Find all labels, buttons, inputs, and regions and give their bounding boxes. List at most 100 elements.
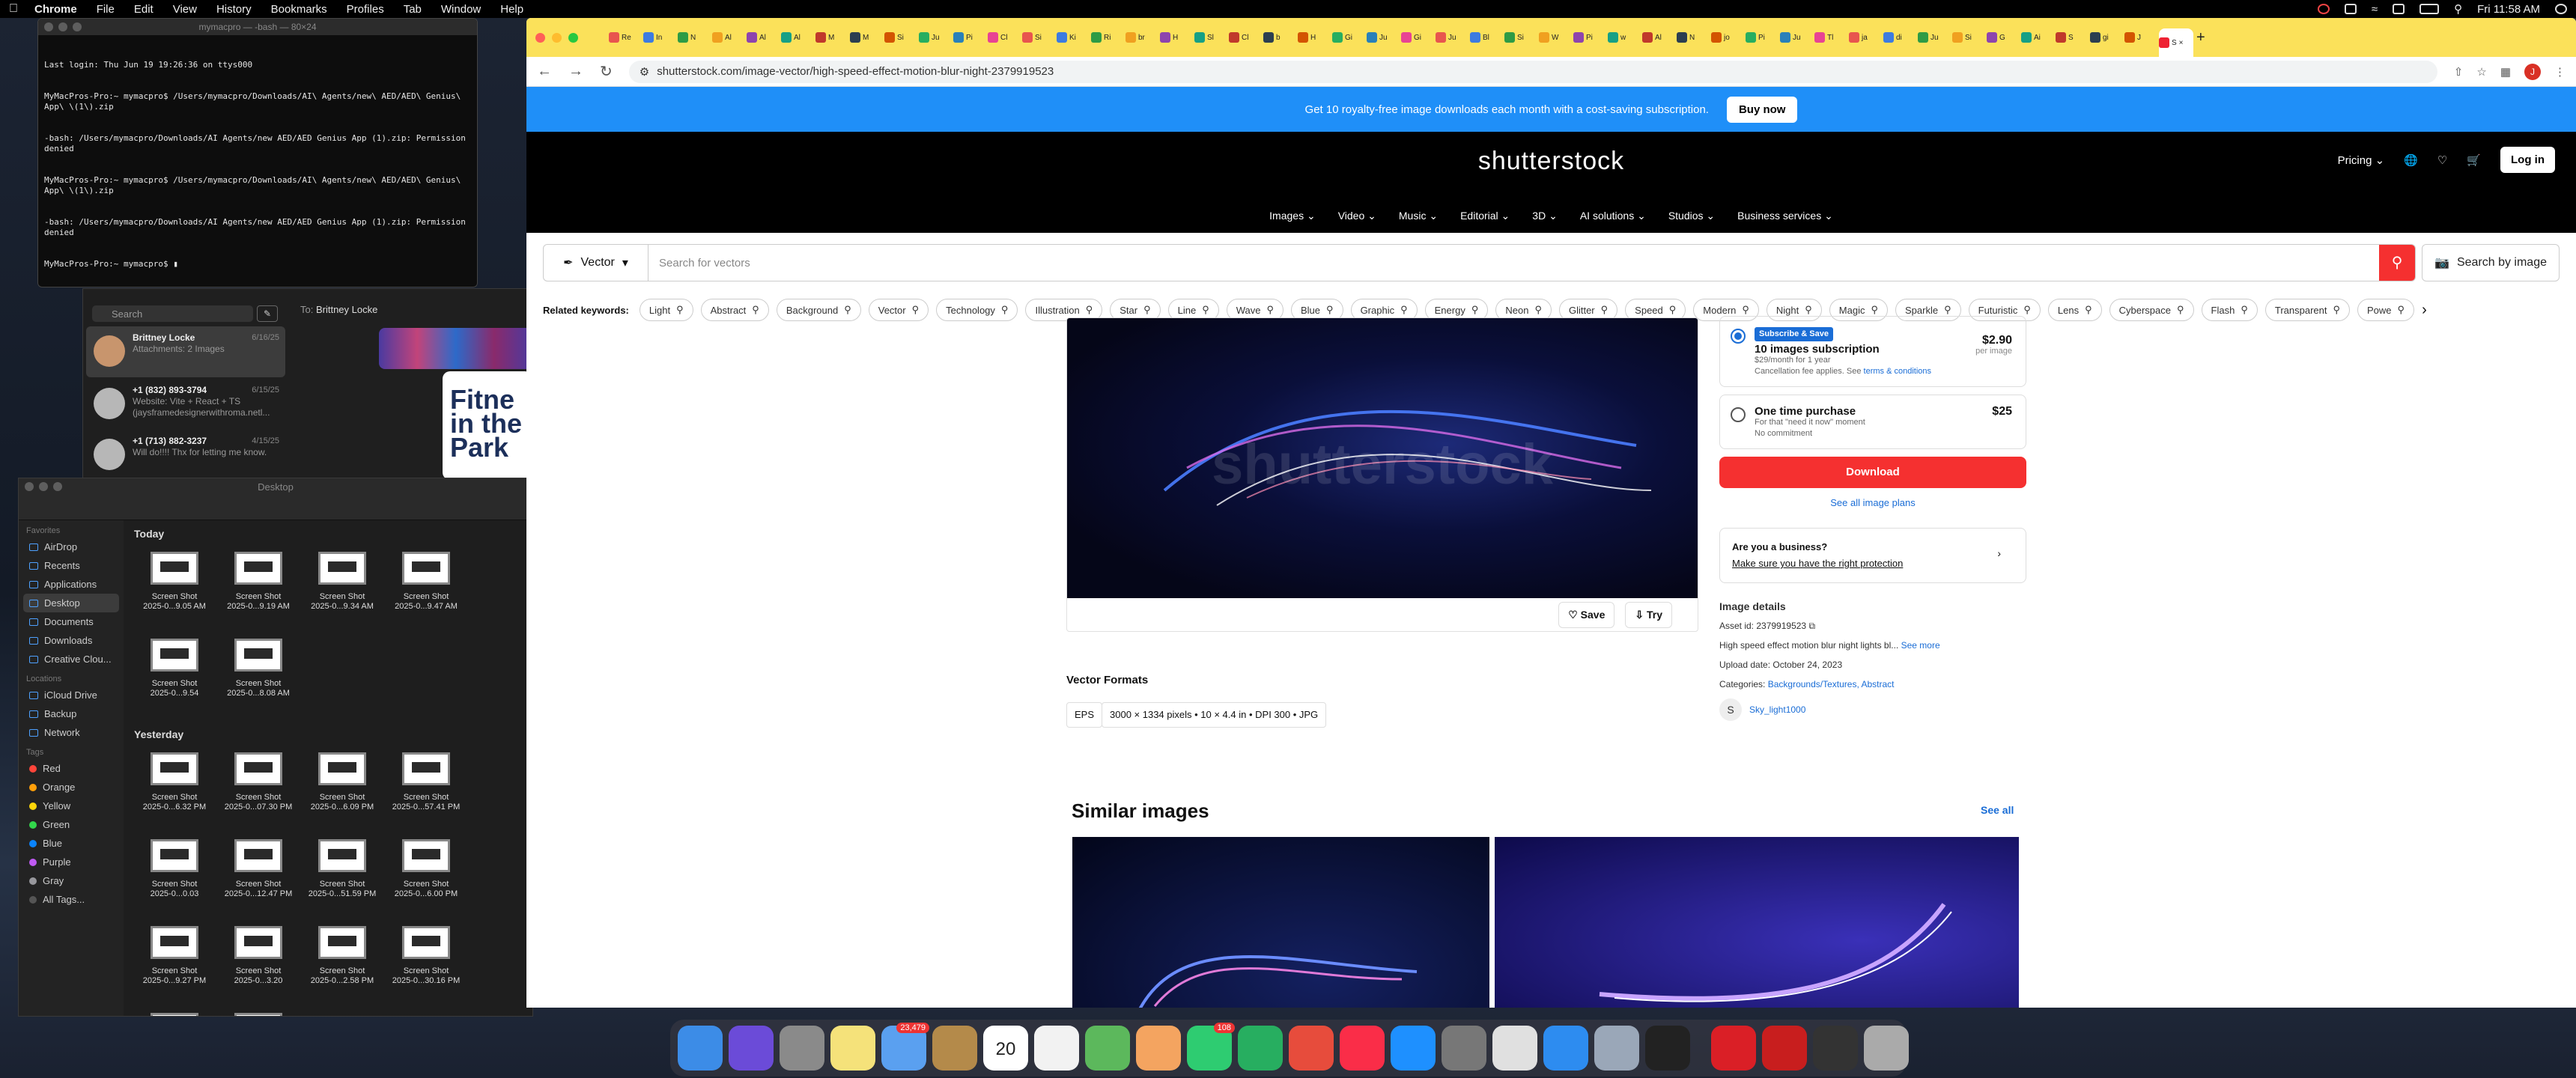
browser-tab[interactable]: H bbox=[1298, 28, 1329, 46]
browser-tab[interactable]: Pi bbox=[1746, 28, 1777, 46]
facetime-icon[interactable] bbox=[1238, 1026, 1283, 1071]
photo-attachment[interactable] bbox=[379, 328, 531, 369]
radio-unselected[interactable] bbox=[1731, 407, 1746, 422]
browser-tab[interactable]: br bbox=[1126, 28, 1157, 46]
dropbox-status-icon[interactable] bbox=[2344, 4, 2357, 14]
browser-tab[interactable]: N bbox=[678, 28, 709, 46]
save-button[interactable]: ♡ Save bbox=[1558, 601, 1615, 628]
file-item[interactable]: Screen Shot2025-0...19.57 PM bbox=[216, 1008, 300, 1016]
sidebar-item-recents[interactable]: Recents bbox=[19, 556, 124, 575]
bookmark-star-icon[interactable]: ☆ bbox=[2476, 65, 2486, 79]
browser-tab[interactable]: In bbox=[643, 28, 675, 46]
browser-tab[interactable]: Tl bbox=[1814, 28, 1846, 46]
nav-item[interactable]: Business services ⌄ bbox=[1737, 210, 1833, 222]
file-item[interactable]: Screen Shot 2025-0...2.58 PM bbox=[300, 922, 384, 1008]
file-item[interactable]: Screen Shot 2025-0...9.27 PM bbox=[133, 922, 216, 1008]
browser-tab[interactable]: W bbox=[1539, 28, 1570, 46]
file-item[interactable]: Screen Shot 2025-0...3.20 bbox=[216, 922, 300, 1008]
shutterstock-logo[interactable]: shutterstock bbox=[526, 147, 2576, 176]
file-item[interactable]: Screen Shot 2025-0...6.00 PM bbox=[384, 835, 468, 922]
keyword-chip[interactable]: Transparent ⚲ bbox=[2264, 299, 2350, 321]
poster-attachment[interactable]: Fitne in the Park bbox=[443, 371, 531, 478]
search-type-select[interactable]: ✒ Vector ▾ bbox=[544, 245, 648, 281]
reminders-icon[interactable] bbox=[1034, 1026, 1079, 1071]
browser-tab[interactable]: Gi bbox=[1332, 28, 1364, 46]
menu-history[interactable]: History bbox=[216, 3, 252, 16]
launchpad-icon[interactable] bbox=[780, 1026, 824, 1071]
browser-tab[interactable]: Pi bbox=[1573, 28, 1605, 46]
wifi-icon[interactable]: ≈ bbox=[2372, 3, 2378, 16]
system-preferences-icon[interactable] bbox=[1442, 1026, 1486, 1071]
apple-menu-icon[interactable]:  bbox=[9, 2, 18, 16]
back-icon[interactable]: ← bbox=[537, 63, 552, 80]
menu-window[interactable]: Window bbox=[441, 3, 481, 16]
sidebar-item-downloads[interactable]: Downloads bbox=[19, 631, 124, 650]
file-item[interactable]: Screen Shot 2025-0...07.30 PM bbox=[216, 748, 300, 835]
keyword-chip[interactable]: Light ⚲ bbox=[639, 299, 693, 321]
creative-cloud-status-icon[interactable] bbox=[2317, 4, 2330, 14]
browser-tab[interactable]: Ju bbox=[919, 28, 950, 46]
nav-item[interactable]: Video ⌄ bbox=[1338, 210, 1376, 222]
close-button[interactable] bbox=[535, 33, 545, 43]
sidebar-item-tag[interactable]: Green bbox=[19, 815, 124, 834]
file-item[interactable]: Screen Shot 2025-0...9.54 bbox=[133, 634, 216, 721]
sidebar-item-documents[interactable]: Documents bbox=[19, 612, 124, 631]
extensions-icon[interactable]: ▦ bbox=[2500, 65, 2511, 79]
site-info-icon[interactable]: ⚙ bbox=[640, 65, 649, 79]
messages-icon[interactable]: 108 bbox=[1187, 1023, 1235, 1071]
downloads-stack-icon[interactable] bbox=[1813, 1026, 1858, 1071]
browser-tab[interactable]: Gi bbox=[1401, 28, 1433, 46]
recipient-field[interactable]: To: Brittney Locke bbox=[300, 304, 377, 315]
menu-tab[interactable]: Tab bbox=[404, 3, 422, 16]
menu-edit[interactable]: Edit bbox=[134, 3, 154, 16]
terminal-output[interactable]: Last login: Thu Jun 19 19:26:36 on ttys0… bbox=[38, 35, 477, 287]
conversation-item[interactable]: +1 (832) 893-3794 6/15/25 Website: Vite … bbox=[86, 379, 285, 430]
menu-file[interactable]: File bbox=[97, 3, 115, 16]
sidebar-item-icloud[interactable]: iCloud Drive bbox=[19, 686, 124, 704]
browser-tab[interactable]: Ki bbox=[1057, 28, 1088, 46]
maps-icon[interactable] bbox=[1085, 1026, 1130, 1071]
sidebar-item-tag[interactable]: Purple bbox=[19, 853, 124, 871]
file-item[interactable]: Screen Shot 2025-0...9.34 AM bbox=[300, 547, 384, 634]
browser-tab[interactable]: H bbox=[1160, 28, 1191, 46]
close-tab-icon[interactable]: × bbox=[2179, 39, 2184, 47]
nav-item[interactable]: Studios ⌄ bbox=[1668, 210, 1715, 222]
browser-tab[interactable]: Si bbox=[1022, 28, 1054, 46]
subscription-option[interactable]: Subscribe & Save 10 images subscription … bbox=[1719, 316, 2026, 387]
browser-tab[interactable]: Ju bbox=[1436, 28, 1467, 46]
acrobat-icon[interactable] bbox=[1762, 1026, 1807, 1071]
finder-icon[interactable] bbox=[678, 1026, 723, 1071]
browser-tab[interactable]: Re bbox=[609, 28, 640, 46]
browser-tab[interactable]: ja bbox=[1849, 28, 1880, 46]
file-item[interactable]: Screen Shot 2025-0...12.47 PM bbox=[216, 835, 300, 922]
file-item[interactable]: Screen Shot 2025-0...9.19 AM bbox=[216, 547, 300, 634]
nav-item[interactable]: Music ⌄ bbox=[1399, 210, 1438, 222]
browser-tab[interactable]: gi bbox=[2090, 28, 2121, 46]
messages-search-input[interactable]: Search bbox=[92, 305, 253, 322]
browser-tab[interactable]: N bbox=[1677, 28, 1708, 46]
contributor-row[interactable]: S Sky_light1000 bbox=[1719, 698, 2026, 721]
globe-icon[interactable]: 🌐 bbox=[2404, 153, 2418, 167]
browser-tab[interactable]: Cl bbox=[1229, 28, 1260, 46]
news-icon[interactable] bbox=[1289, 1026, 1334, 1071]
preview-icon[interactable] bbox=[1594, 1026, 1639, 1071]
terminal-titlebar[interactable]: mymacpro — -bash — 80×24 bbox=[38, 19, 477, 35]
search-button[interactable]: ⚲ bbox=[2379, 245, 2416, 281]
business-card[interactable]: Are you a business? Make sure you have t… bbox=[1719, 528, 2026, 583]
browser-tab[interactable]: Sl bbox=[1194, 28, 1226, 46]
keyword-chip[interactable]: Powe ⚲ bbox=[2357, 299, 2415, 321]
battery-icon[interactable] bbox=[2419, 4, 2440, 14]
browser-tab[interactable]: Si bbox=[884, 28, 916, 46]
browser-tab[interactable]: Ri bbox=[1091, 28, 1123, 46]
file-item[interactable]: Screen Shot 2025-0...30.16 PM bbox=[384, 922, 468, 1008]
sidebar-item-backup[interactable]: Backup bbox=[19, 704, 124, 723]
trash-icon[interactable] bbox=[1864, 1026, 1909, 1071]
heart-icon[interactable]: ♡ bbox=[2437, 153, 2447, 167]
file-item[interactable]: Screen Shot 2025-0...8.08 AM bbox=[216, 634, 300, 721]
menu-app-name[interactable]: Chrome bbox=[34, 3, 77, 16]
similar-image[interactable] bbox=[1495, 837, 2019, 1008]
search-by-image-button[interactable]: 📷 Search by image bbox=[2422, 244, 2560, 281]
keyword-chip[interactable]: Flash ⚲ bbox=[2201, 299, 2258, 321]
chrome-icon[interactable] bbox=[1492, 1026, 1537, 1071]
control-center-icon[interactable] bbox=[2393, 4, 2405, 14]
